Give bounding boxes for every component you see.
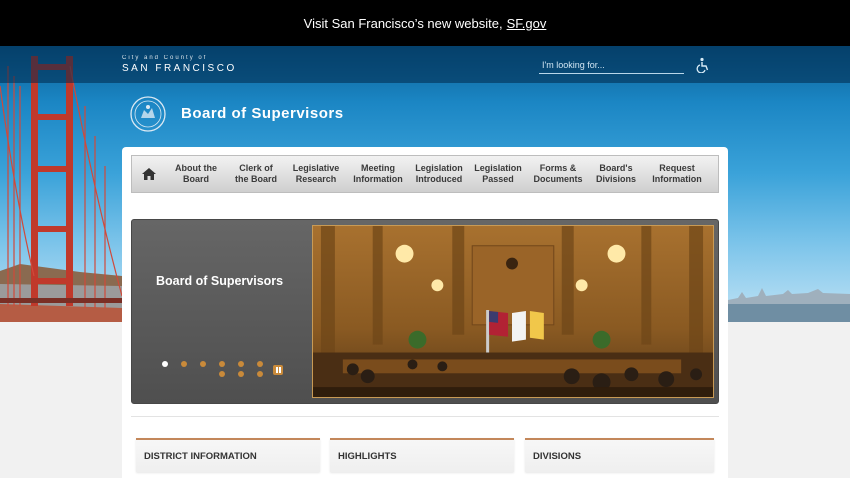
divider <box>131 416 719 417</box>
nav-label-line1: Legislation <box>415 163 463 173</box>
nav-label-line1: Board's <box>599 163 633 173</box>
nav-label-line2: Passed <box>482 174 514 184</box>
nav-label-line1: Legislation <box>474 163 522 173</box>
home-icon[interactable] <box>132 168 166 180</box>
district-information-section[interactable]: DISTRICT INFORMATION <box>136 438 320 472</box>
nav-boards-divisions[interactable]: Board's Divisions <box>588 163 644 185</box>
divisions-section[interactable]: DIVISIONS <box>525 438 714 472</box>
slider-dot[interactable] <box>238 371 244 377</box>
nav-clerk-of-the-board[interactable]: Clerk of the Board <box>226 163 286 185</box>
section-title: DISTRICT INFORMATION <box>144 451 257 462</box>
nav-label-line2: Documents <box>533 174 583 184</box>
wheelchair-icon[interactable] <box>695 57 711 73</box>
nav-label-line2: Introduced <box>415 174 463 184</box>
section-title: DIVISIONS <box>533 451 582 462</box>
nav-label-line2: Information <box>353 174 403 184</box>
nav-meeting-information[interactable]: Meeting Information <box>346 163 410 185</box>
image-slider: Board of Supervisors <box>131 219 719 404</box>
golden-gate-bridge-image <box>0 56 122 322</box>
nav-label-line1: Meeting <box>360 163 395 173</box>
highlights-section[interactable]: HIGHLIGHTS <box>330 438 514 472</box>
nav-forms-documents[interactable]: Forms & Documents <box>528 163 588 185</box>
nav-legislation-passed[interactable]: Legislation Passed <box>468 163 528 185</box>
slider-dot[interactable] <box>162 361 168 367</box>
nav-legislative-research[interactable]: Legislative Research <box>286 163 346 185</box>
sf-gov-link[interactable]: SF.gov <box>507 16 547 31</box>
city-seal-icon[interactable] <box>130 96 166 132</box>
city-skyline-image <box>728 288 850 322</box>
top-banner: Visit San Francisco’s new website, SF.go… <box>0 0 850 46</box>
slider-dot[interactable] <box>219 371 225 377</box>
nav-label-line1: Request <box>659 163 695 173</box>
nav-label-line1: About the <box>175 163 217 173</box>
pause-icon[interactable] <box>273 365 283 375</box>
nav-label-line2: Divisions <box>595 174 636 184</box>
slider-dot[interactable] <box>181 361 187 367</box>
slide-caption: Board of Supervisors <box>156 274 284 288</box>
section-title: HIGHLIGHTS <box>338 451 397 462</box>
nav-label-line2: Information <box>652 174 702 184</box>
nav-label-line1: Legislative <box>292 163 340 173</box>
city-county-logo[interactable]: City and County of SAN FRANCISCO <box>122 55 237 74</box>
slider-dot[interactable] <box>257 361 263 367</box>
nav-label-line1: Clerk of <box>239 163 273 173</box>
slider-dot[interactable] <box>257 371 263 377</box>
search-input[interactable] <box>539 57 684 74</box>
san-francisco-text: SAN FRANCISCO <box>122 63 237 74</box>
nav-about-the-board[interactable]: About the Board <box>166 163 226 185</box>
board-chamber-photo <box>312 225 714 398</box>
nav-label-line2: Research <box>295 174 337 184</box>
nav-legislation-introduced[interactable]: Legislation Introduced <box>410 163 468 185</box>
slider-dot[interactable] <box>238 361 244 367</box>
slider-dot[interactable] <box>219 361 225 367</box>
nav-label-line2: the Board <box>234 174 277 184</box>
main-nav: About the Board Clerk of the Board Legis… <box>131 155 719 193</box>
city-county-small-text: City and County of <box>122 55 208 61</box>
nav-label-line2: Board <box>182 174 209 184</box>
nav-label-line1: Forms & <box>539 163 577 173</box>
banner-text: Visit San Francisco’s new website, <box>303 15 503 31</box>
site-title[interactable]: Board of Supervisors <box>181 105 344 122</box>
slider-dot[interactable] <box>200 361 206 367</box>
nav-request-information[interactable]: Request Information <box>644 163 710 185</box>
